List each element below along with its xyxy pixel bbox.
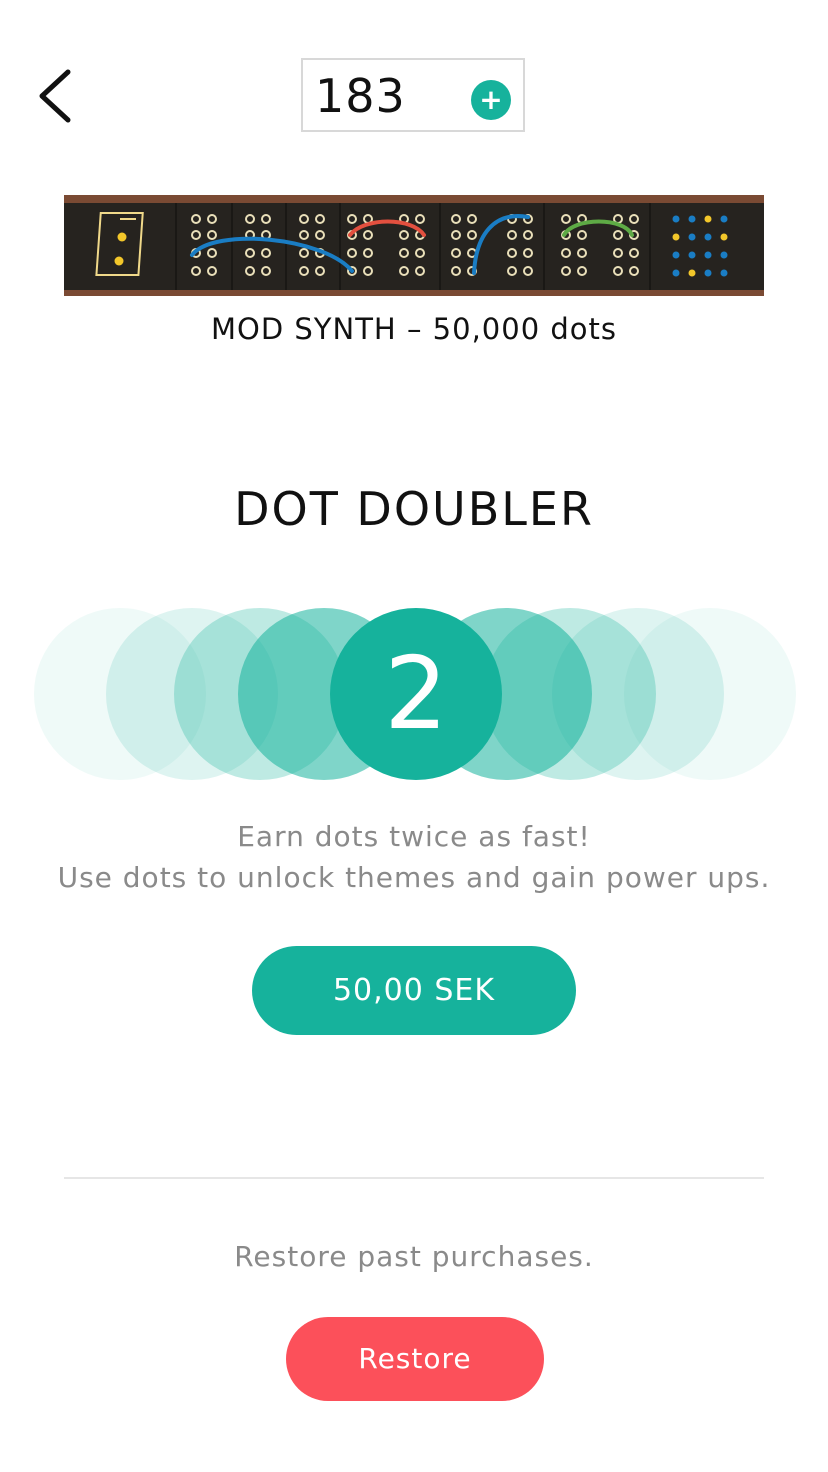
divider [64, 1177, 764, 1179]
back-button[interactable] [28, 60, 88, 132]
dots-counter[interactable]: 183 + [301, 58, 525, 132]
plus-icon[interactable]: + [471, 80, 511, 120]
mod-synth-illustration [64, 195, 764, 296]
product-description: Earn dots twice as fast! Use dots to unl… [0, 816, 828, 898]
restore-button[interactable]: Restore [286, 1317, 544, 1401]
buy-button[interactable]: 50,00 SEK [252, 946, 576, 1035]
description-line-1: Earn dots twice as fast! [237, 820, 591, 853]
multiplier-number: 2 [384, 635, 448, 752]
restore-prompt: Restore past purchases. [234, 1240, 594, 1273]
description-line-2: Use dots to unlock themes and gain power… [57, 861, 771, 894]
dots-count: 183 [315, 69, 406, 123]
multiplier-illustration: 2 [0, 600, 828, 790]
chevron-left-icon [39, 69, 71, 123]
product-title: DOT DOUBLER [234, 482, 594, 536]
theme-caption: MOD SYNTH – 50,000 dots [211, 312, 617, 346]
mod-synth-theme-banner[interactable] [64, 195, 764, 296]
